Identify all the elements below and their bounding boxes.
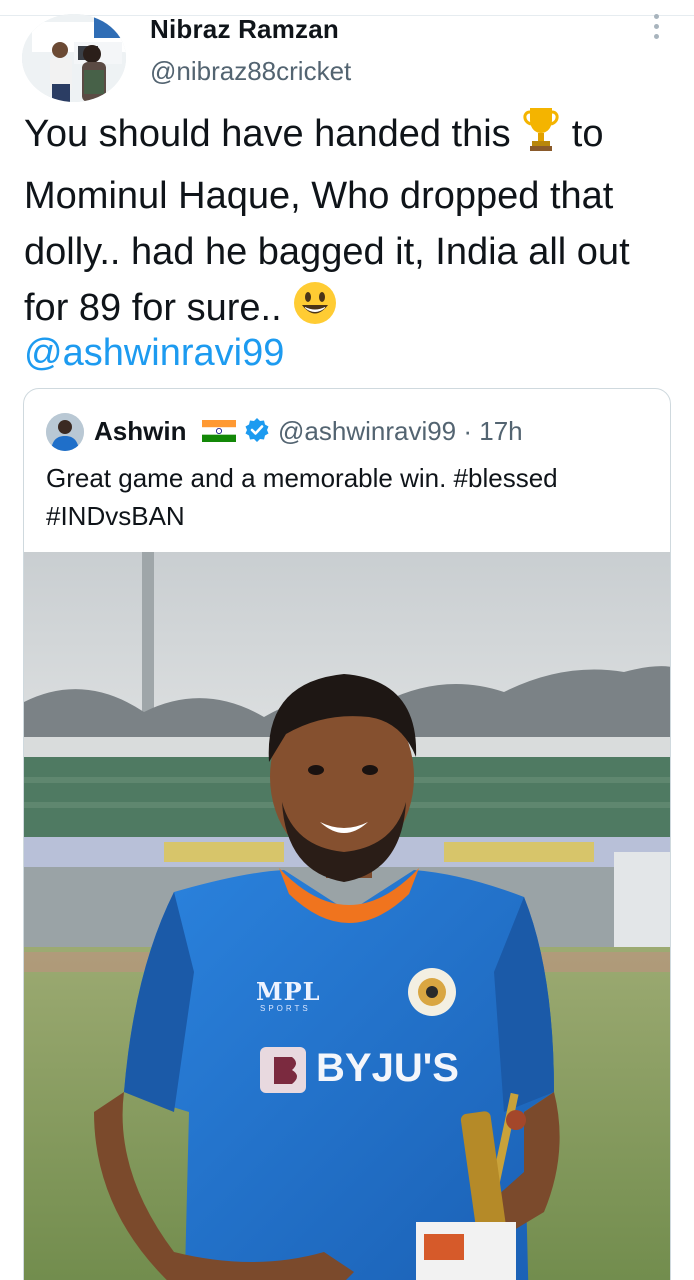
quoted-tweet-card[interactable]: Ashwin @ashwinravi99 · 17h Great game an… <box>23 388 671 1280</box>
quoted-tweet-text: Great game and a memorable win. #blessed… <box>46 463 558 531</box>
jersey-sponsor-text: BYJU'S <box>316 1046 459 1090</box>
tweet-text-part-1: You should have handed this <box>24 113 522 155</box>
author-avatar-image <box>22 14 126 102</box>
jersey-brand-subtext: SPORTS <box>260 1004 311 1013</box>
quoted-author-name[interactable]: Ashwin <box>94 416 186 447</box>
quoted-author-avatar-image <box>46 413 84 451</box>
author-handle[interactable]: @nibraz88cricket <box>150 56 351 87</box>
author-name[interactable]: Nibraz Ramzan <box>150 14 339 45</box>
tweet-text: You should have handed this to Mominul H… <box>24 106 674 342</box>
quoted-tweet-photo[interactable]: MPL SPORTS BYJU'S <box>24 552 670 1280</box>
trophy-emoji-icon <box>521 106 561 168</box>
smiling-face-emoji-icon <box>292 280 338 342</box>
top-divider <box>0 15 694 16</box>
more-options-icon[interactable] <box>646 14 666 44</box>
jersey-brand-text: MPL <box>256 977 321 1006</box>
author-avatar[interactable] <box>22 14 126 102</box>
india-flag-icon <box>202 420 236 442</box>
quoted-author-avatar[interactable] <box>46 413 84 451</box>
mention-link[interactable]: @ashwinravi99 <box>24 328 284 378</box>
player-with-trophy-image <box>24 552 670 1280</box>
quoted-handle-and-time[interactable]: @ashwinravi99 · 17h <box>278 416 523 447</box>
verified-badge-icon <box>244 417 270 443</box>
